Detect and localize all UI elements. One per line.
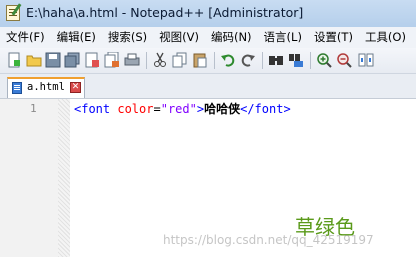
notepadpp-window: E:\haha\a.html - Notepad++ [Administrato… [0,0,416,257]
tab-label: a.html [27,81,65,93]
toolbar [0,48,416,74]
toolbar-separator [262,52,263,69]
menu-language[interactable]: 语言(L) [258,27,308,48]
new-file-icon[interactable] [6,52,22,68]
menu-file[interactable]: 文件(F) [0,27,51,48]
code-line[interactable]: <font color="red">哈哈侠</font> [74,101,291,117]
replace-icon[interactable] [288,52,304,68]
zoom-out-icon[interactable] [336,52,352,68]
zoom-in-icon[interactable] [316,52,332,68]
tab-a-html[interactable]: a.html ✕ [7,77,85,98]
cut-icon[interactable] [152,52,168,68]
save-all-icon[interactable] [64,52,80,68]
menu-tools[interactable]: 工具(O) [359,27,412,48]
title-bar[interactable]: E:\haha\a.html - Notepad++ [Administrato… [0,0,416,28]
line-number: 1 [30,102,37,115]
toolbar-separator [310,52,311,69]
fold-margin[interactable] [58,99,70,257]
code-attr-name: color [117,102,154,116]
menu-settings[interactable]: 设置(T) [308,27,359,48]
watermark: https://blog.csdn.net/qq_42519197 [163,233,374,247]
menu-encoding[interactable]: 编码(N) [205,27,258,48]
window-title: E:\haha\a.html - Notepad++ [Administrato… [26,5,304,20]
code-attr-value: "red" [160,102,197,116]
open-file-icon[interactable] [26,52,42,68]
sync-scroll-icon[interactable] [358,52,374,68]
copy-icon[interactable] [172,52,188,68]
undo-icon[interactable] [220,52,236,68]
save-icon[interactable] [45,52,61,68]
toolbar-separator [146,52,147,69]
tab-close-icon[interactable]: ✕ [70,82,81,93]
code-close-tag: </font> [240,102,291,116]
close-all-icon[interactable] [104,52,120,68]
find-icon[interactable] [268,52,284,68]
line-number-gutter: 1 [0,99,59,257]
toolbar-separator [214,52,215,69]
close-icon[interactable] [84,52,100,68]
menu-edit[interactable]: 编辑(E) [51,27,102,48]
document-tab-strip: a.html ✕ [0,74,416,99]
paste-icon[interactable] [192,52,208,68]
file-icon [12,82,22,94]
code-text: 哈哈侠 [204,102,241,116]
menu-view[interactable]: 视图(V) [153,27,205,48]
redo-icon[interactable] [240,52,256,68]
code-equals: = [153,102,161,116]
editor-area[interactable]: 1 <font color="red">哈哈侠</font> 草绿色 https… [0,99,416,257]
code-open-tag: <font [74,102,111,116]
notepadpp-app-icon[interactable] [6,5,20,21]
menu-bar: 文件(F) 编辑(E) 搜索(S) 视图(V) 编码(N) 语言(L) 设置(T… [0,27,416,48]
menu-search[interactable]: 搜索(S) [102,27,153,48]
print-icon[interactable] [124,52,140,68]
code-open-tag-end: > [196,102,205,116]
